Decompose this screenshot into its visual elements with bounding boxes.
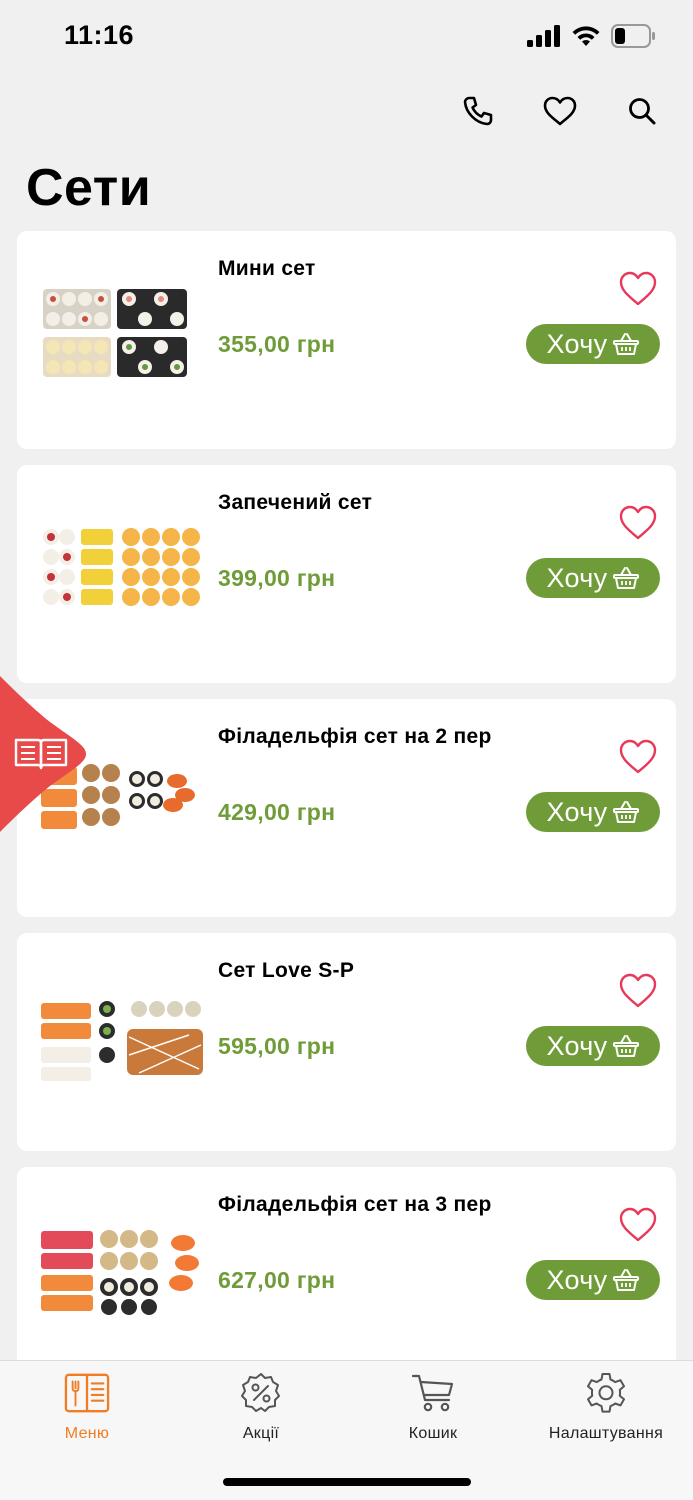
search-button[interactable] bbox=[621, 92, 663, 130]
nav-item-cart[interactable]: Кошик bbox=[346, 1371, 520, 1443]
product-image bbox=[41, 1001, 203, 1081]
nav-label-promos: Акції bbox=[242, 1425, 280, 1442]
product-image bbox=[43, 289, 187, 377]
search-icon bbox=[629, 98, 656, 125]
want-button[interactable]: Хочу bbox=[526, 558, 660, 598]
product-name: Філадельфія сет на 2 пер bbox=[218, 725, 492, 748]
heart-icon[interactable] bbox=[619, 505, 657, 541]
status-bar: 11:16 bbox=[0, 0, 693, 78]
heart-icon[interactable] bbox=[619, 973, 657, 1009]
product-image bbox=[41, 1230, 199, 1315]
want-button[interactable]: Хочу bbox=[526, 1260, 660, 1300]
product-card[interactable]: Філадельфія сет на 2 пер 429,00 грн Хочу bbox=[17, 699, 676, 917]
heart-icon[interactable] bbox=[619, 271, 657, 307]
want-button-label: Хочу bbox=[546, 562, 608, 593]
want-button-label: Хочу bbox=[546, 328, 608, 359]
want-button[interactable]: Хочу bbox=[526, 324, 660, 364]
product-name: Філадельфія сет на 3 пер bbox=[218, 1193, 492, 1216]
product-card[interactable]: Мини сет 355,00 грн Хочу bbox=[17, 231, 676, 449]
nav-item-settings[interactable]: Налаштування bbox=[519, 1371, 693, 1443]
product-price: 355,00 грн bbox=[218, 331, 336, 357]
heart-icon[interactable] bbox=[619, 1207, 657, 1243]
heart-outline-icon bbox=[543, 96, 577, 126]
cart-icon bbox=[411, 1374, 454, 1412]
phone-button[interactable] bbox=[457, 92, 499, 130]
basket-icon bbox=[613, 1035, 640, 1057]
status-icons bbox=[527, 24, 657, 48]
heart-icon[interactable] bbox=[619, 739, 657, 775]
product-list: Мини сет 355,00 грн Хочу Запечений сет 3… bbox=[17, 231, 676, 1401]
page-title: Сети bbox=[26, 159, 152, 217]
want-button-label: Хочу bbox=[546, 796, 608, 827]
product-price: 627,00 грн bbox=[218, 1267, 336, 1293]
signal-icon bbox=[527, 25, 560, 47]
nav-label-settings: Налаштування bbox=[548, 1425, 664, 1442]
product-card[interactable]: Філадельфія сет на 3 пер 627,00 грн Хочу bbox=[17, 1167, 676, 1385]
battery-icon bbox=[611, 24, 655, 48]
product-name: Сет Love S-P bbox=[218, 959, 355, 982]
menu-book-icon bbox=[64, 1373, 110, 1413]
want-button[interactable]: Хочу bbox=[526, 792, 660, 832]
basket-icon bbox=[613, 1269, 640, 1291]
product-price: 429,00 грн bbox=[218, 799, 336, 825]
basket-icon bbox=[613, 333, 640, 355]
product-card[interactable]: Запечений сет 399,00 грн Хочу bbox=[17, 465, 676, 683]
product-image bbox=[43, 528, 200, 606]
nav-item-promos[interactable]: Акції bbox=[174, 1371, 348, 1443]
product-name: Мини сет bbox=[218, 257, 316, 280]
discount-icon bbox=[241, 1373, 280, 1412]
nav-label-menu: Меню bbox=[64, 1425, 110, 1442]
gear-icon bbox=[587, 1373, 625, 1413]
wifi-icon bbox=[572, 26, 600, 46]
want-button-label: Хочу bbox=[546, 1030, 608, 1061]
basket-icon bbox=[613, 801, 640, 823]
want-button[interactable]: Хочу bbox=[526, 1026, 660, 1066]
nav-item-menu[interactable]: Меню bbox=[0, 1371, 174, 1443]
want-button-label: Хочу bbox=[546, 1264, 608, 1295]
home-indicator bbox=[223, 1478, 471, 1486]
product-price: 595,00 грн bbox=[218, 1033, 336, 1059]
product-name: Запечений сет bbox=[218, 491, 373, 514]
basket-icon bbox=[613, 567, 640, 589]
status-time: 11:16 bbox=[64, 20, 135, 50]
header-actions bbox=[457, 92, 663, 130]
favorites-button[interactable] bbox=[539, 92, 581, 130]
nav-label-cart: Кошик bbox=[408, 1425, 458, 1442]
phone-icon bbox=[463, 96, 493, 126]
product-price: 399,00 грн bbox=[218, 565, 336, 591]
product-card[interactable]: Сет Love S-P 595,00 грн Хочу bbox=[17, 933, 676, 1151]
side-menu-tab[interactable] bbox=[0, 676, 86, 832]
